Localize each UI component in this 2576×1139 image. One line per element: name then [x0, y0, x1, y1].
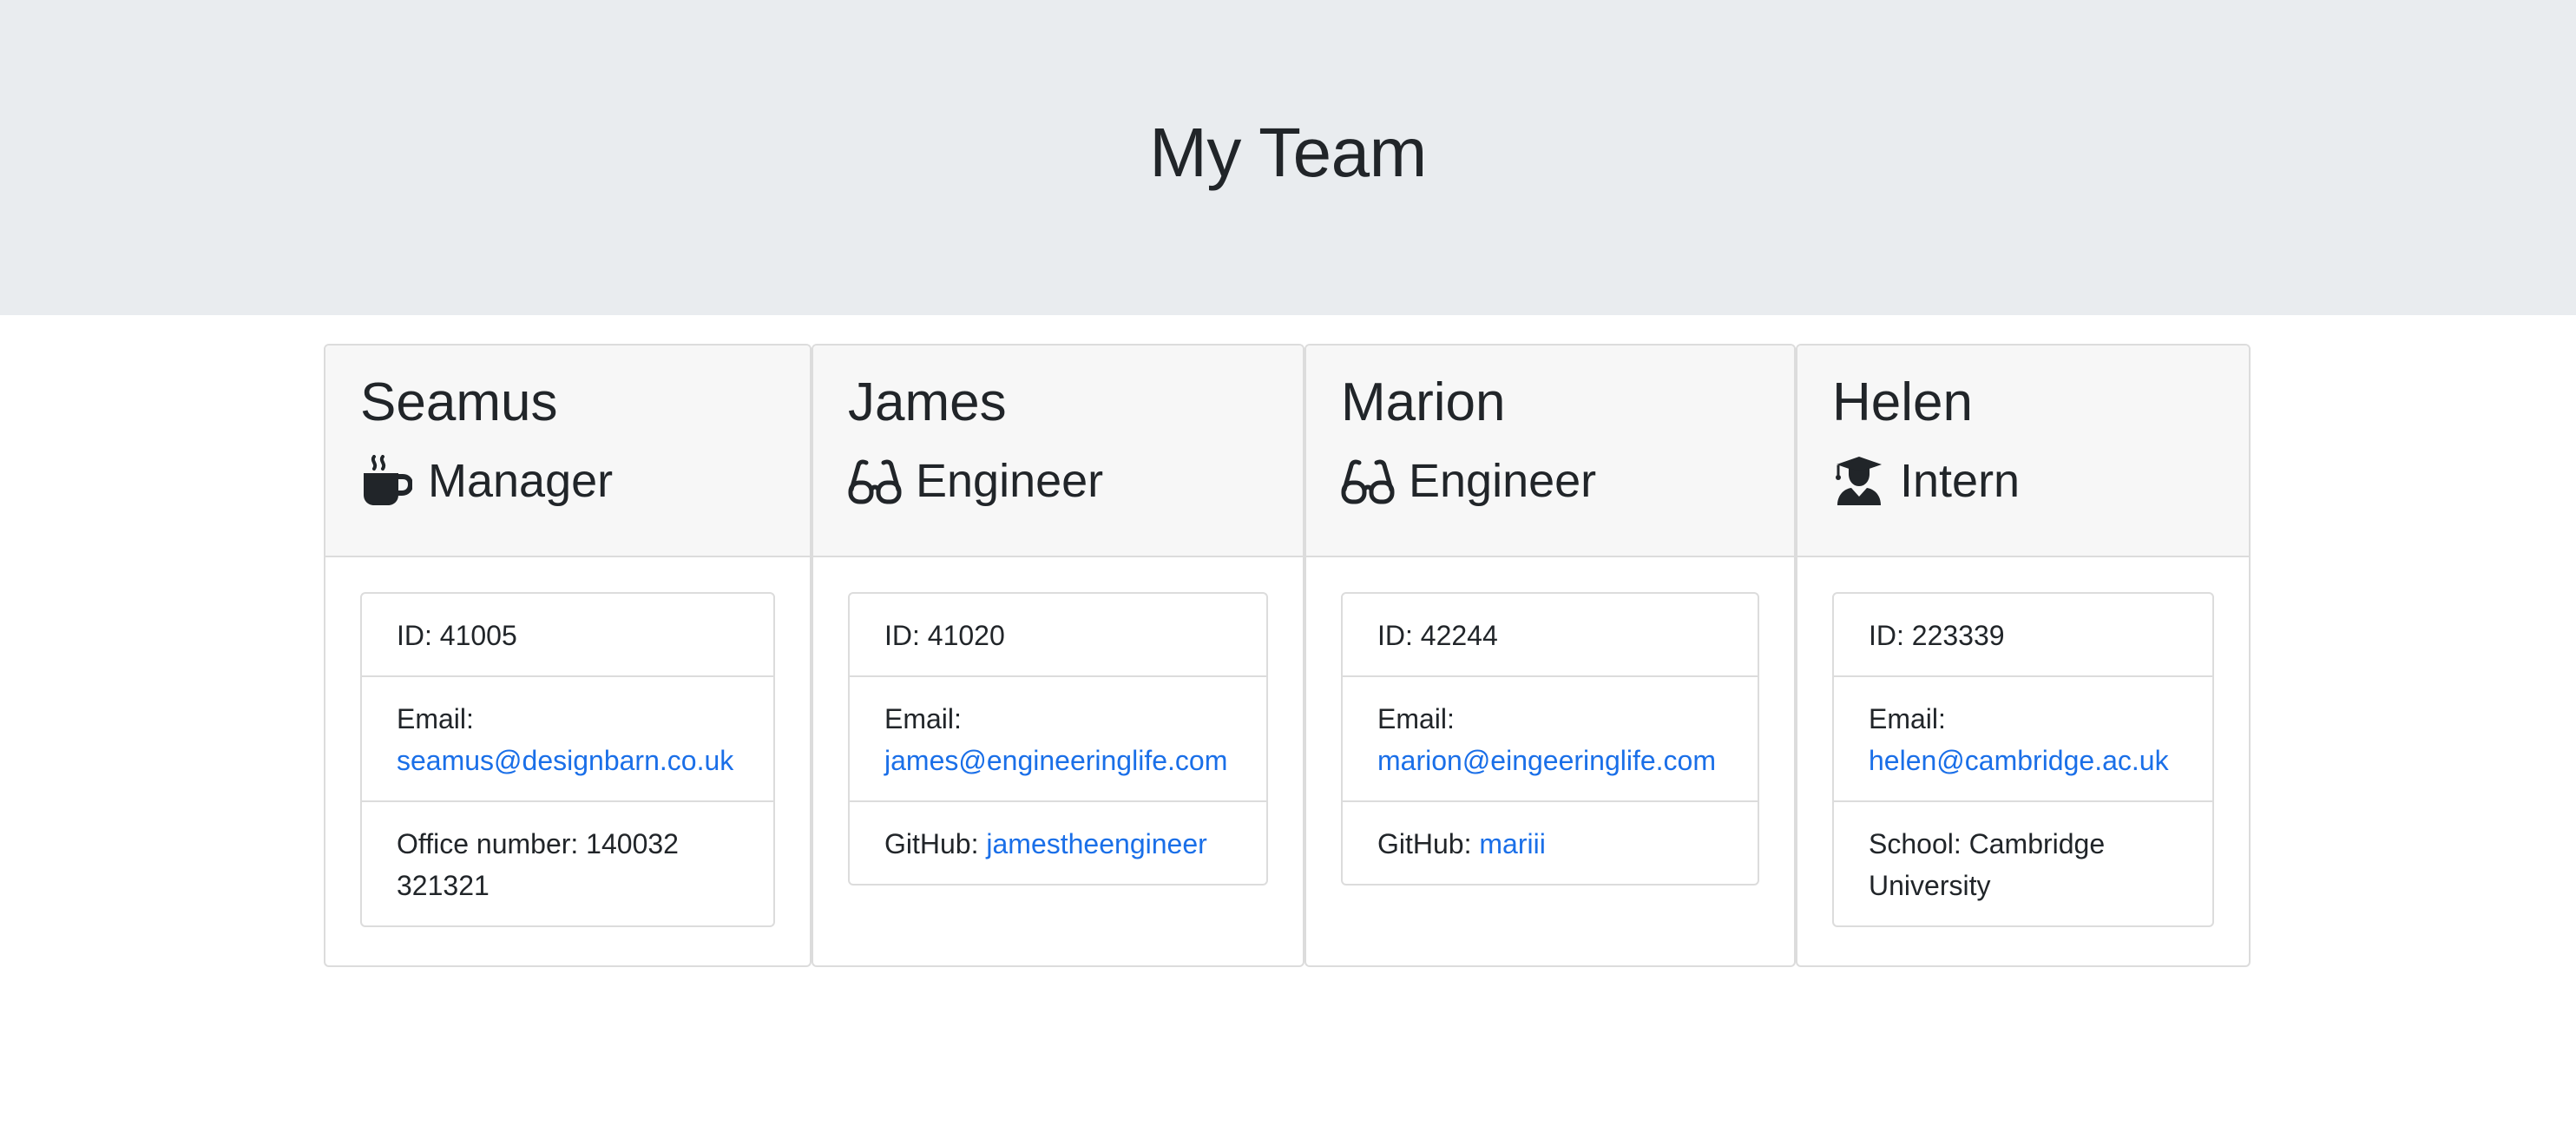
email-label: Email:: [884, 703, 962, 734]
email-link[interactable]: james@engineeringlife.com: [884, 745, 1227, 776]
github-row: GitHub: jamestheengineer: [850, 800, 1266, 884]
employee-id: ID: 41020: [884, 620, 1005, 651]
glasses-icon: [1341, 453, 1395, 509]
email-label: Email:: [1377, 703, 1455, 734]
card-header: Marion Engineer: [1306, 346, 1794, 557]
role-label: Engineer: [916, 455, 1104, 507]
employee-role: Engineer: [848, 453, 1268, 509]
github-link[interactable]: mariii: [1479, 828, 1545, 859]
github-label: GitHub:: [1377, 828, 1472, 859]
employee-id: ID: 41005: [397, 620, 517, 651]
employee-name: Helen: [1832, 372, 1973, 432]
employee-details: ID: 223339 Email: helen@cambridge.ac.uk …: [1832, 592, 2214, 927]
email-label: Email:: [1869, 703, 1946, 734]
school-row: School: Cambridge University: [1834, 800, 2212, 925]
email-link[interactable]: seamus@designbarn.co.uk: [397, 745, 733, 776]
employee-id: ID: 42244: [1377, 620, 1498, 651]
employee-role: Engineer: [1341, 453, 1759, 509]
employee-id: ID: 223339: [1869, 620, 2005, 651]
employee-details: ID: 41020 Email: james@engineeringlife.c…: [848, 592, 1268, 886]
email-label: Email:: [397, 703, 474, 734]
employee-role: Intern: [1832, 453, 2214, 509]
github-row: GitHub: mariii: [1343, 800, 1758, 884]
github-label: GitHub:: [884, 828, 979, 859]
employee-card-seamus: Seamus Manager ID: 41005 Email: seamus@d…: [324, 344, 812, 967]
employee-card-james: James Engineer ID: 41020 Email: james@en…: [812, 344, 1304, 967]
card-header: Seamus Manager: [325, 346, 810, 557]
email-link[interactable]: marion@eingeeringlife.com: [1377, 745, 1716, 776]
card-header: Helen Intern: [1797, 346, 2249, 557]
card-header: James Engineer: [813, 346, 1303, 557]
role-label: Manager: [428, 455, 614, 507]
page-header: My Team: [0, 0, 2576, 315]
employee-role: Manager: [360, 453, 775, 509]
graduate-icon: [1832, 453, 1886, 509]
employee-card-marion: Marion Engineer ID: 42244 Email: marion@…: [1304, 344, 1796, 967]
employee-details: ID: 42244 Email: marion@eingeeringlife.c…: [1341, 592, 1759, 886]
employee-name: Marion: [1341, 372, 1506, 432]
employee-email-row: Email: seamus@designbarn.co.uk: [362, 675, 773, 800]
office-number: Office number: 140032 321321: [362, 800, 773, 925]
team-cards: Seamus Manager ID: 41005 Email: seamus@d…: [324, 344, 2251, 967]
employee-card-helen: Helen Intern ID: 223339 Email: helen@cam…: [1796, 344, 2251, 967]
employee-name: Seamus: [360, 372, 558, 432]
glasses-icon: [848, 453, 902, 509]
email-link[interactable]: helen@cambridge.ac.uk: [1869, 745, 2169, 776]
card-body: ID: 223339 Email: helen@cambridge.ac.uk …: [1797, 557, 2249, 927]
employee-email-row: Email: helen@cambridge.ac.uk: [1834, 675, 2212, 800]
card-body: ID: 42244 Email: marion@eingeeringlife.c…: [1306, 557, 1794, 886]
card-body: ID: 41005 Email: seamus@designbarn.co.uk…: [325, 557, 810, 927]
coffee-mug-icon: [360, 453, 414, 509]
employee-name: James: [848, 372, 1007, 432]
page-title: My Team: [1149, 113, 1427, 191]
employee-details: ID: 41005 Email: seamus@designbarn.co.uk…: [360, 592, 775, 927]
card-body: ID: 41020 Email: james@engineeringlife.c…: [813, 557, 1303, 886]
employee-email-row: Email: james@engineeringlife.com: [850, 675, 1266, 800]
role-label: Intern: [1900, 455, 2021, 507]
github-link[interactable]: jamestheengineer: [986, 828, 1206, 859]
role-label: Engineer: [1409, 455, 1597, 507]
employee-email-row: Email: marion@eingeeringlife.com: [1343, 675, 1758, 800]
